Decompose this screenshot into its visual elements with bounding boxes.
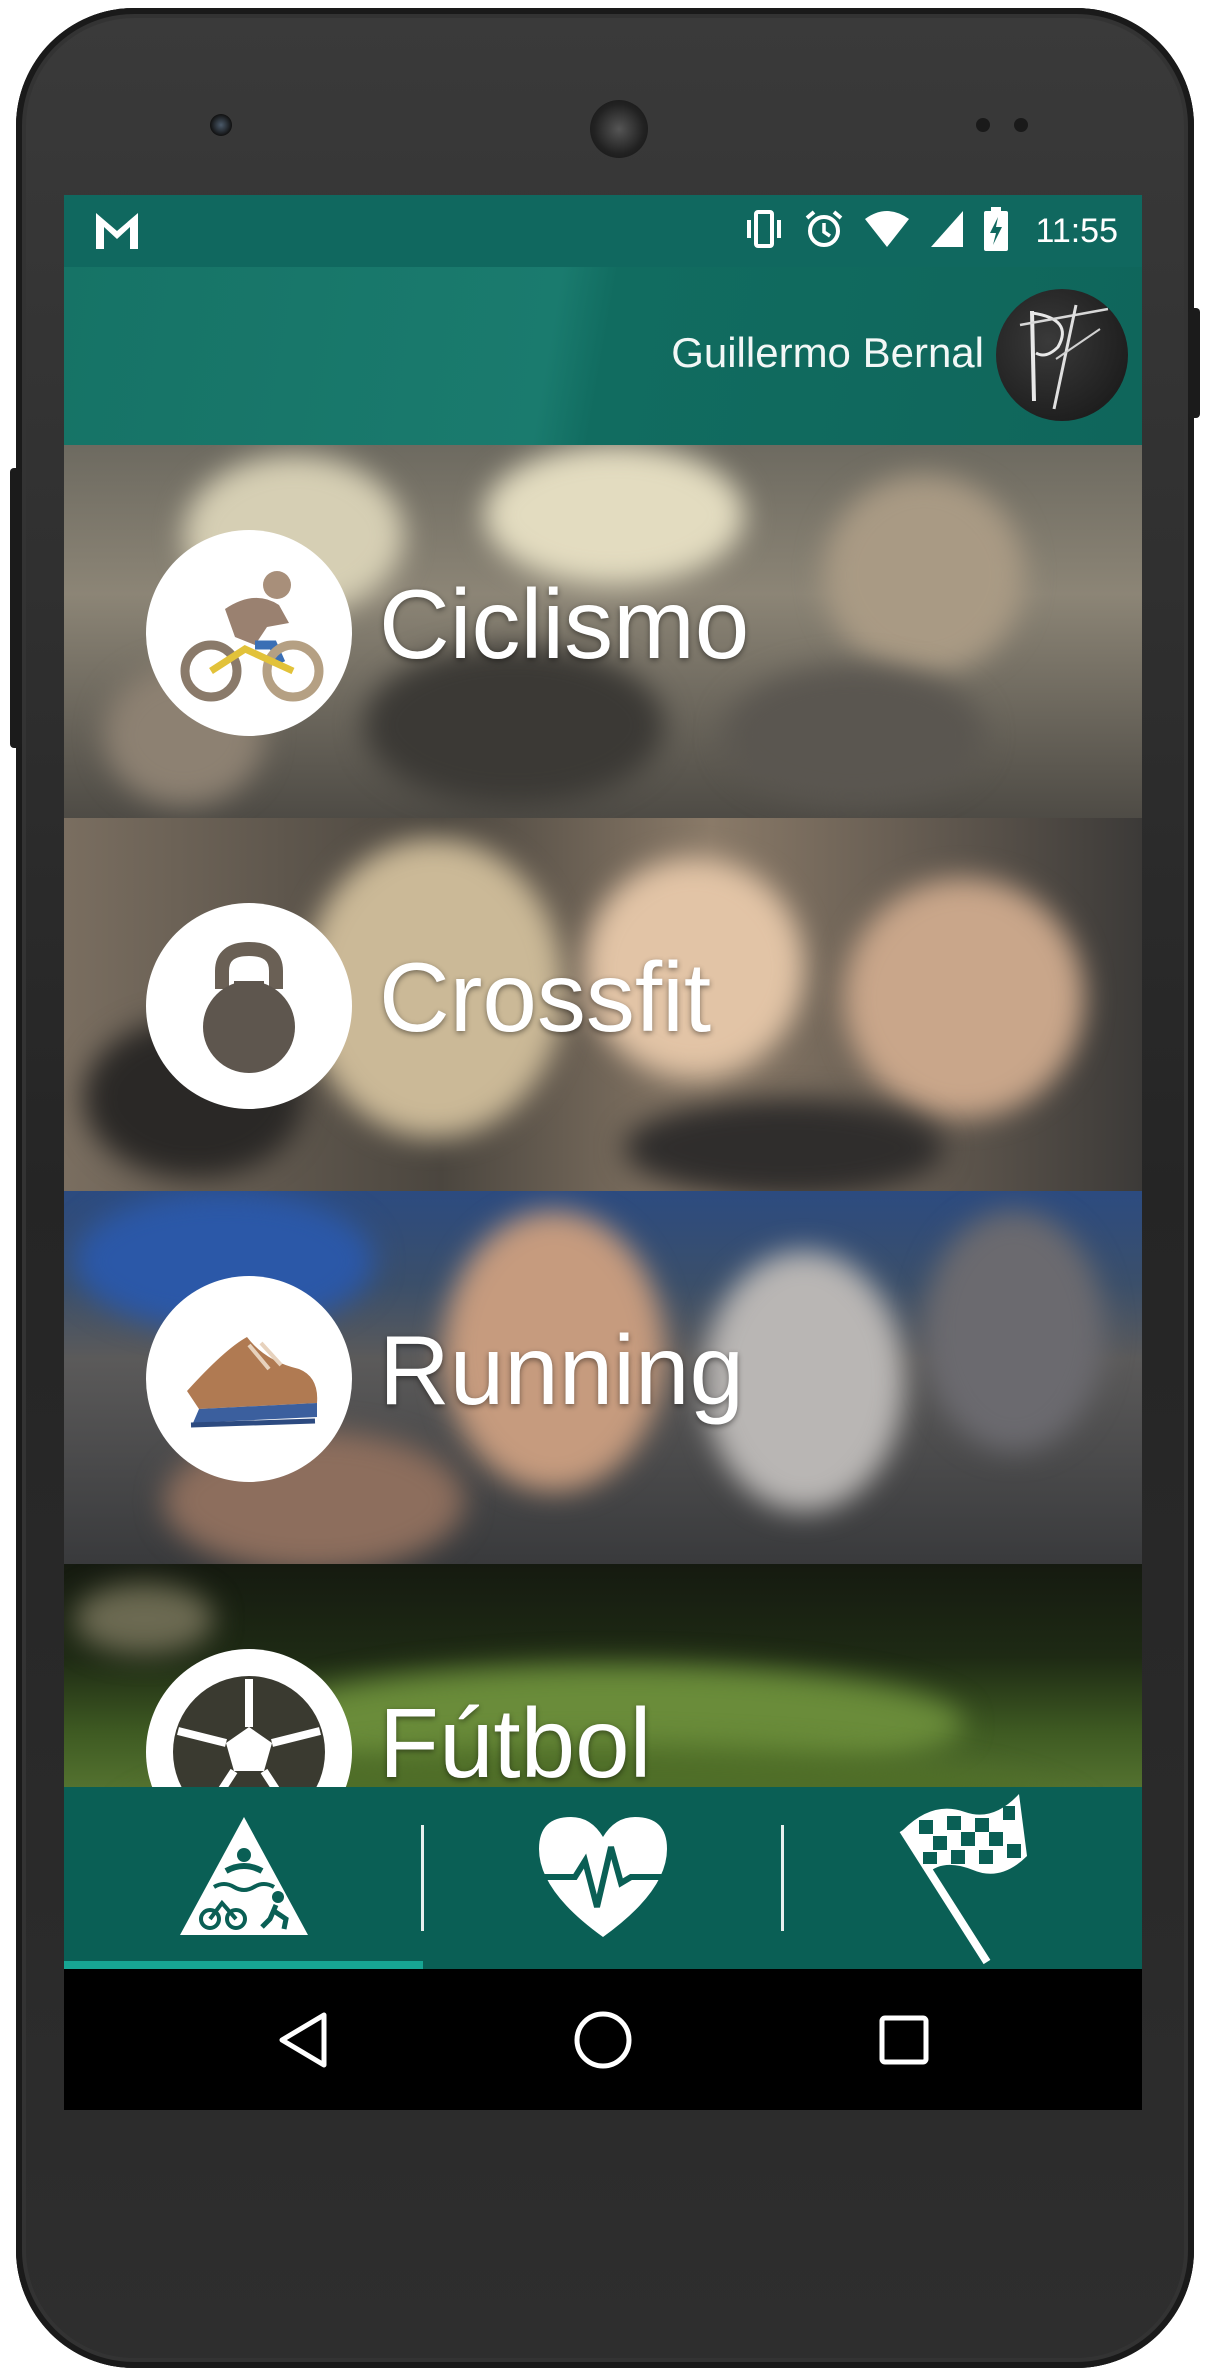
front-camera (210, 114, 232, 136)
navigation-bar (64, 1969, 1142, 2110)
status-time: 11:55 (1035, 211, 1118, 250)
sport-label: Crossfit (379, 942, 712, 1052)
app-bar: Guillermo Bernal (64, 267, 1142, 445)
heart-pulse-icon (533, 1811, 673, 1945)
tab-race[interactable] (783, 1787, 1142, 1969)
power-button (1188, 308, 1200, 418)
kettlebell-icon (146, 903, 352, 1109)
gmail-icon (94, 211, 140, 255)
battery-charging-icon (983, 207, 1009, 255)
volume-button (10, 468, 22, 748)
home-icon[interactable] (570, 2007, 636, 2073)
tab-triathlon[interactable] (64, 1787, 423, 1969)
sport-label: Fútbol (379, 1688, 652, 1798)
cycling-icon (146, 530, 352, 736)
checkered-flag-icon (893, 1786, 1033, 1970)
wifi-icon (863, 209, 911, 253)
triathlon-icon (174, 1811, 314, 1945)
running-shoe-icon (146, 1276, 352, 1482)
proximity-sensor (976, 118, 990, 132)
vibrate-icon (743, 208, 785, 254)
tab-health[interactable] (423, 1787, 783, 1969)
sport-item-ciclismo[interactable]: Ciclismo (64, 445, 1142, 818)
back-icon[interactable] (269, 2007, 335, 2073)
user-avatar[interactable] (996, 289, 1128, 421)
sport-label: Ciclismo (379, 569, 750, 679)
status-bar: 11:55 (64, 195, 1142, 267)
user-name[interactable]: Guillermo Bernal (671, 329, 984, 377)
light-sensor (1014, 118, 1028, 132)
sport-label: Running (379, 1315, 745, 1425)
alarm-icon (803, 208, 845, 254)
signal-icon (929, 209, 965, 253)
screen: 11:55 Guillermo Bernal Ciclismo Crossfit… (64, 195, 1142, 2110)
sport-item-crossfit[interactable]: Crossfit (64, 818, 1142, 1191)
sport-item-running[interactable]: Running (64, 1191, 1142, 1564)
tab-selected-indicator (64, 1961, 423, 1969)
bottom-tab-bar (64, 1787, 1142, 1969)
earpiece-speaker (590, 100, 648, 158)
recents-icon[interactable] (871, 2007, 937, 2073)
